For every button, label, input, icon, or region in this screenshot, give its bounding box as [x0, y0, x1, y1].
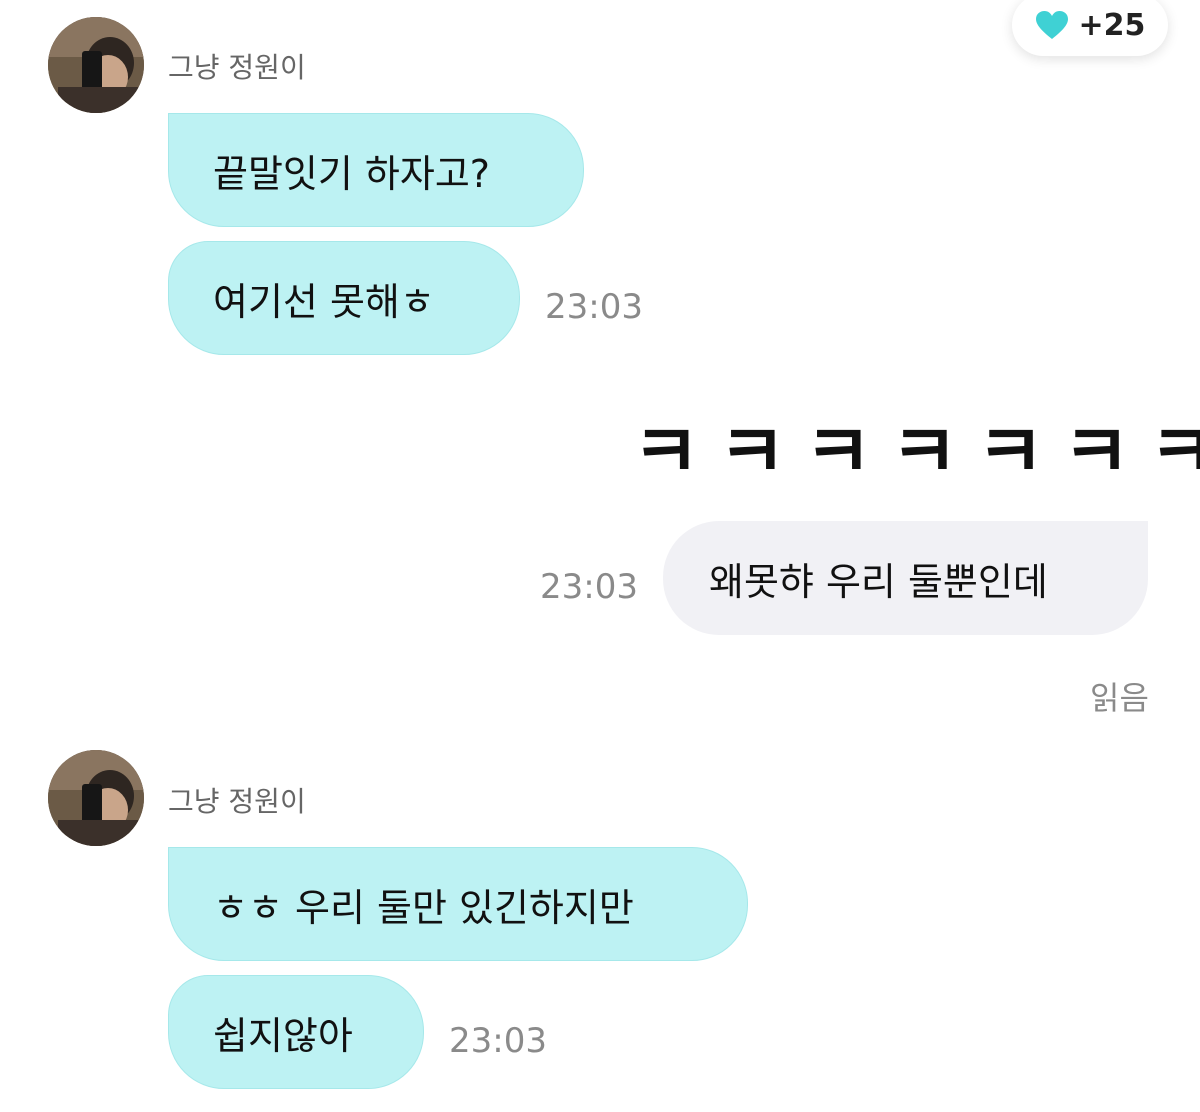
avatar-photo	[48, 750, 144, 846]
message-timestamp: 23:03	[449, 1021, 547, 1061]
emoji-text-message[interactable]: ㅋㅋㅋㅋㅋㅋㅋ	[632, 392, 1200, 499]
avatar-photo	[48, 17, 144, 113]
incoming-message-bubble[interactable]: 끝말잇기 하자고?	[168, 113, 584, 227]
like-counter[interactable]: +25	[1012, 0, 1168, 56]
incoming-message-bubble[interactable]: 여기선 못해ㅎ	[168, 241, 520, 355]
incoming-message-bubble[interactable]: 쉽지않아	[168, 975, 424, 1089]
message-timestamp: 23:03	[545, 287, 643, 327]
message-text: ㅎㅎ 우리 둘만 있긴하지만	[213, 885, 634, 930]
message-text: 끝말잇기 하자고?	[213, 151, 490, 196]
sender-name: 그냥 정원이	[168, 51, 306, 84]
read-status: 읽음	[1090, 679, 1149, 717]
message-text: 쉽지않아	[213, 1013, 353, 1058]
message-timestamp: 23:03	[540, 567, 638, 607]
incoming-message-bubble[interactable]: ㅎㅎ 우리 둘만 있긴하지만	[168, 847, 748, 961]
message-text: 여기선 못해ㅎ	[213, 279, 435, 324]
heart-icon	[1035, 11, 1068, 39]
outgoing-message-bubble[interactable]: 왜못햐 우리 둘뿐인데	[663, 521, 1148, 635]
like-count: +25	[1078, 7, 1146, 43]
avatar[interactable]	[48, 750, 144, 846]
sender-name: 그냥 정원이	[168, 785, 306, 818]
message-text: 왜못햐 우리 둘뿐인데	[709, 559, 1048, 604]
avatar[interactable]	[48, 17, 144, 113]
